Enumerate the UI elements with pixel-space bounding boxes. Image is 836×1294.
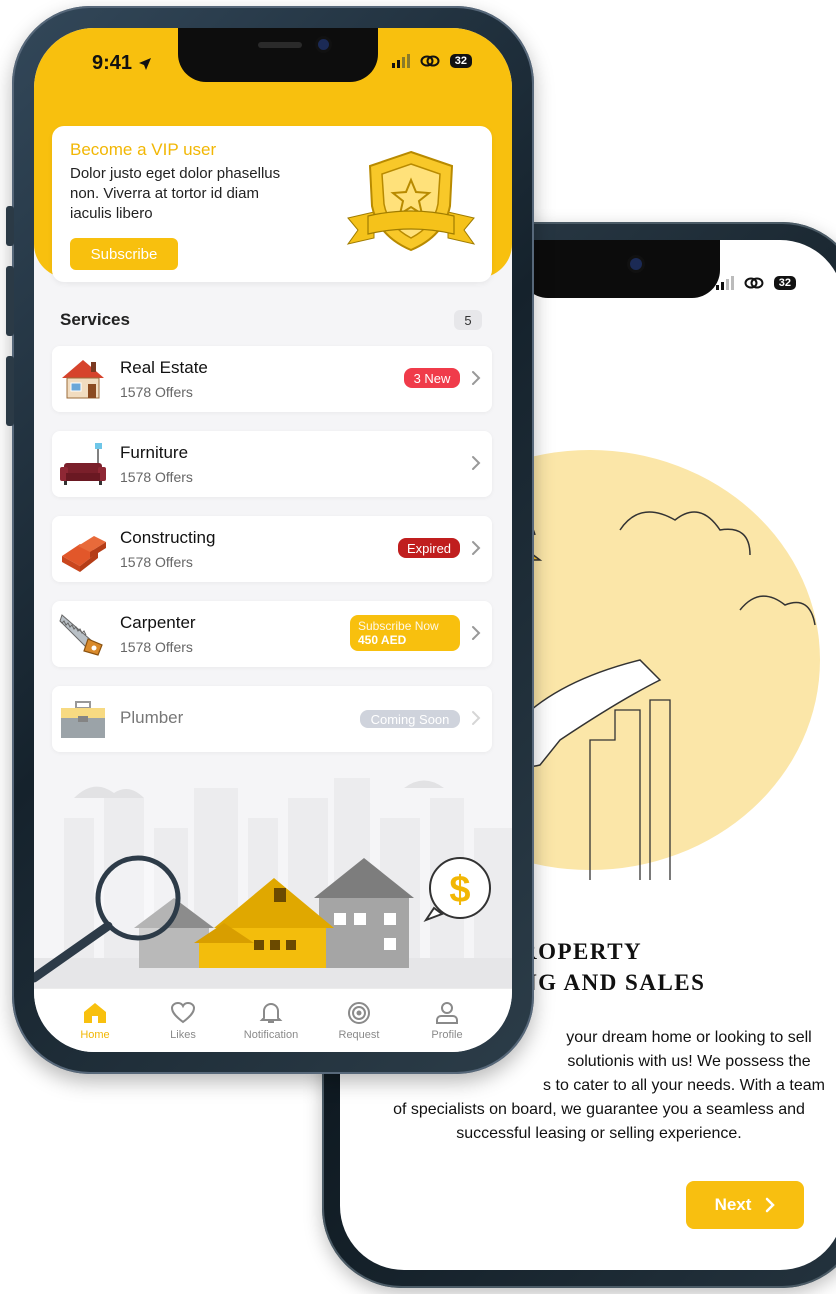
vip-title: Become a VIP user <box>70 140 217 159</box>
location-arrow-icon <box>139 57 152 70</box>
home-icon <box>84 1003 106 1023</box>
bell-icon <box>259 1003 283 1023</box>
service-offers: 1578 Offers <box>120 469 193 485</box>
service-name: Carpenter <box>120 613 196 632</box>
vip-desc-line-2: non. Viverra at tortor id diam <box>70 185 259 202</box>
status-bar: 32 <box>391 54 472 68</box>
tab-request[interactable]: Request <box>324 1001 394 1041</box>
service-row-constructing[interactable]: Constructing 1578 Offers Expired <box>52 516 492 582</box>
signal-icon <box>391 54 410 68</box>
services-screen: 9:41 32 Become a VIP user Dolor justo eg… <box>34 28 512 1052</box>
service-name: Real Estate <box>120 358 208 377</box>
saw-icon <box>59 614 103 656</box>
user-icon <box>436 1002 458 1024</box>
vip-desc-line-3: iaculis libero <box>70 205 153 222</box>
silent-switch <box>6 356 14 426</box>
heart-icon <box>170 1001 196 1024</box>
toolbox-icon <box>61 701 105 738</box>
speaker <box>258 42 302 48</box>
services-heading: Services <box>60 310 130 329</box>
tab-label: Request <box>338 1029 380 1041</box>
front-camera <box>318 39 329 50</box>
service-row-carpenter[interactable]: Carpenter 1578 Offers Subscribe Now 450 … <box>52 601 492 667</box>
service-row-plumber[interactable]: Plumber Coming Soon <box>52 686 492 752</box>
title-line-2: NG AND SALES <box>520 970 706 995</box>
chevron-right-icon <box>472 541 481 555</box>
target-icon <box>348 1002 370 1024</box>
subscribe-button[interactable]: Subscribe <box>70 238 178 270</box>
vip-shield-badge-icon <box>346 150 476 252</box>
onboarding-title: ROPERTY NG AND SALES <box>520 936 836 998</box>
service-offers: 1578 Offers <box>120 639 193 655</box>
signal-icon <box>715 276 734 290</box>
houses-illustration: $ <box>34 778 512 988</box>
tab-home[interactable]: Home <box>60 1001 130 1041</box>
vip-description: Dolor justo eget dolor phasellus non. Vi… <box>70 164 320 224</box>
tab-label: Likes <box>170 1029 196 1041</box>
subscribe-now-label: Subscribe Now <box>358 619 439 633</box>
tab-notification[interactable]: Notification <box>236 1001 306 1041</box>
chevron-right-icon <box>472 626 481 640</box>
chevron-right-icon <box>472 711 481 725</box>
title-line-1: ROPERTY <box>520 939 643 964</box>
bottom-tab-bar: Home Likes Notification Request Profile <box>34 988 512 1052</box>
tab-label: Notification <box>243 1029 299 1041</box>
service-row-real-estate[interactable]: Real Estate 1578 Offers 3 New <box>52 346 492 412</box>
battery-icon: 32 <box>773 276 796 290</box>
chevron-right-icon <box>766 1197 776 1213</box>
chevron-right-icon <box>472 371 481 385</box>
service-name: Constructing <box>120 528 216 547</box>
vip-card: Become a VIP user Dolor justo eget dolor… <box>52 126 492 282</box>
new-badge: 3 New <box>404 368 460 388</box>
desc-line-4: of specialists on board, we guarantee yo… <box>393 1101 805 1118</box>
desc-line-5: successful leasing or selling experience… <box>456 1125 742 1142</box>
subscribe-now-badge[interactable]: Subscribe Now 450 AED <box>350 615 460 651</box>
service-name: Furniture <box>120 443 189 462</box>
notch <box>520 240 720 298</box>
tab-label: Profile <box>431 1029 463 1041</box>
svg-text:$: $ <box>449 869 470 911</box>
service-offers: 1578 Offers <box>120 554 193 570</box>
tab-label: Home <box>80 1029 110 1041</box>
link-icon <box>420 55 440 67</box>
time-text: 9:41 <box>92 52 133 74</box>
tab-likes[interactable]: Likes <box>148 1001 218 1041</box>
next-label: Next <box>714 1195 752 1214</box>
expired-badge: Expired <box>398 538 460 558</box>
tab-profile[interactable]: Profile <box>412 1001 482 1041</box>
desc-line-3: s to cater to all your needs. With a tea… <box>543 1077 825 1094</box>
house-icon <box>62 360 104 399</box>
status-bar: 32 <box>715 276 796 290</box>
next-button[interactable]: Next <box>686 1181 804 1229</box>
vip-desc-line-1: Dolor justo eget dolor phasellus <box>70 165 281 182</box>
front-camera <box>630 258 642 270</box>
volume-down-button <box>6 266 14 336</box>
volume-up-button <box>6 206 14 246</box>
chevron-right-icon <box>472 456 481 470</box>
status-time: 9:41 <box>92 52 152 75</box>
notch <box>178 28 378 82</box>
services-phone: 9:41 32 Become a VIP user Dolor justo eg… <box>6 6 534 1074</box>
bricks-icon <box>62 536 106 572</box>
battery-icon: 32 <box>449 54 472 68</box>
price-label: 450 AED <box>358 633 407 647</box>
services-count-badge: 5 <box>454 310 482 330</box>
coming-soon-badge: Coming Soon <box>360 710 460 728</box>
service-offers: 1578 Offers <box>120 384 193 400</box>
link-icon <box>744 277 764 289</box>
sofa-icon <box>60 443 106 485</box>
service-row-furniture[interactable]: Furniture 1578 Offers <box>52 431 492 497</box>
service-name: Plumber <box>120 708 184 727</box>
